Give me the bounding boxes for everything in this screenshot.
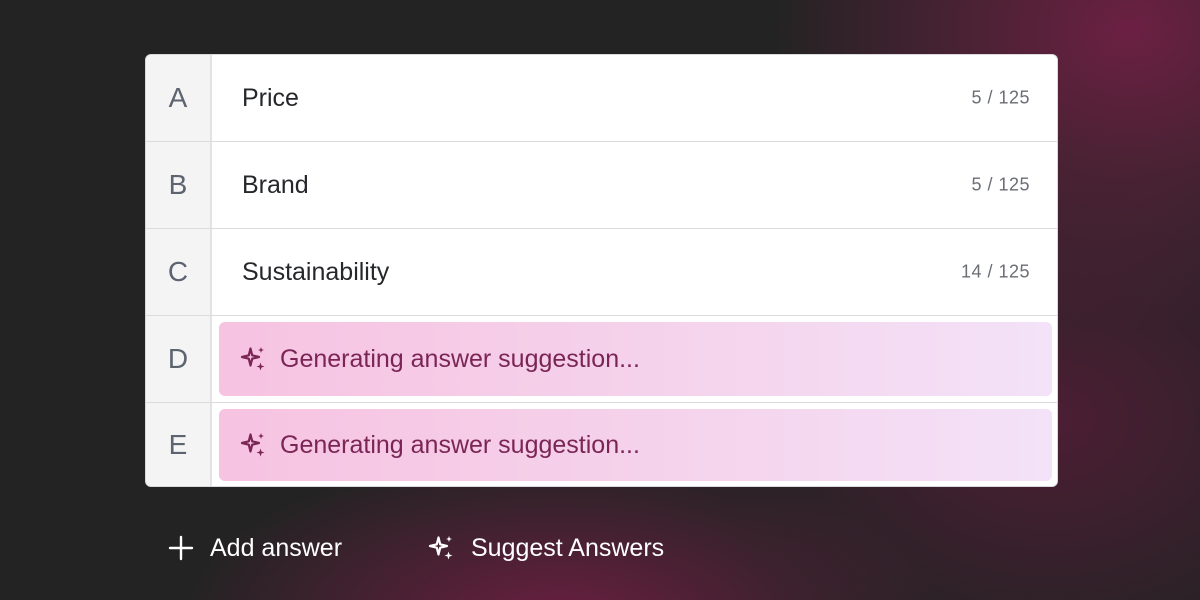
add-answer-label: Add answer [210,533,343,562]
answer-row-c[interactable]: C Sustainability 14 / 125 [146,229,1057,316]
answer-input[interactable]: Price 5 / 125 [212,55,1057,141]
row-letter: B [146,142,212,228]
answer-text: Sustainability [242,257,390,286]
answer-row-d: D Generating answer suggestion... [146,316,1057,403]
answer-row-e: E Generating answer suggestion... [146,403,1057,486]
plus-icon [166,533,196,563]
answer-list: A Price 5 / 125 B Brand 5 / 125 C Sustai… [145,54,1058,487]
character-count: 5 / 125 [971,87,1030,108]
row-letter: A [146,55,212,141]
answer-input[interactable]: Sustainability 14 / 125 [212,229,1057,315]
answer-row-a[interactable]: A Price 5 / 125 [146,55,1057,142]
sparkles-icon [239,344,269,374]
suggest-answers-button[interactable]: Suggest Answers [427,520,664,576]
character-count: 14 / 125 [960,261,1030,282]
character-count: 5 / 125 [971,174,1030,195]
sparkles-icon [239,430,269,460]
answer-text: Price [242,83,299,112]
row-letter: D [146,316,212,402]
sparkles-icon [427,533,457,563]
generating-status: Generating answer suggestion... [280,430,640,459]
generating-indicator: Generating answer suggestion... [219,322,1052,396]
add-answer-button[interactable]: Add answer [166,520,342,576]
answer-actions: Add answer Suggest Answers [0,520,1200,576]
suggest-answers-label: Suggest Answers [471,533,665,562]
generating-cell: Generating answer suggestion... [212,316,1057,402]
generating-status: Generating answer suggestion... [280,344,640,373]
answer-input[interactable]: Brand 5 / 125 [212,142,1057,228]
generating-indicator: Generating answer suggestion... [219,409,1052,481]
row-letter: E [146,403,212,486]
answer-text: Brand [242,170,309,199]
generating-cell: Generating answer suggestion... [212,403,1057,486]
answer-row-b[interactable]: B Brand 5 / 125 [146,142,1057,229]
row-letter: C [146,229,212,315]
